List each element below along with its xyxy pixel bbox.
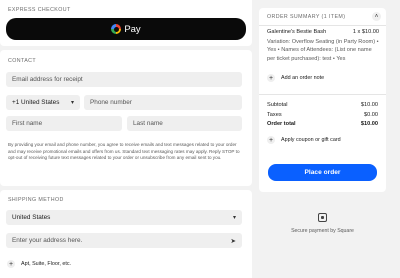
first-name-placeholder: First name [12, 120, 43, 127]
location-arrow-icon[interactable]: ➤ [231, 237, 236, 245]
apt-suite-label: Apt, Suite, Floor, etc. [21, 261, 72, 267]
item-qty-price: 1 x $10.00 [352, 29, 379, 35]
phone-field[interactable]: Phone number [84, 95, 242, 110]
order-summary-label: Order Summary (1 Item) [267, 14, 346, 20]
shipping-method-label: Shipping Method [8, 197, 64, 203]
plus-icon: + [7, 260, 15, 268]
chevron-down-icon: ▾ [70, 100, 74, 106]
shipping-country-select[interactable]: United States ▾ [6, 210, 242, 225]
plus-icon: + [267, 74, 275, 82]
express-checkout-label: Express Checkout [8, 7, 71, 13]
last-name-placeholder: Last name [133, 120, 163, 127]
address-placeholder: Enter your address here. [12, 237, 83, 244]
email-field[interactable]: Email address for receipt [6, 72, 242, 87]
chevron-down-icon: ▾ [232, 215, 236, 221]
subtotal-value: $10.00 [360, 102, 378, 108]
phone-placeholder: Phone number [90, 99, 132, 106]
google-pay-label: Pay [124, 23, 141, 35]
item-name: Galentine's Bestie Bash [267, 29, 327, 35]
country-code-select[interactable]: +1 United States ▾ [6, 95, 80, 110]
address-field[interactable]: Enter your address here. ➤ [6, 233, 242, 248]
email-placeholder: Email address for receipt [12, 76, 83, 83]
secure-payment-text: Secure payment by Square [291, 228, 354, 234]
secure-payment-notice: Secure payment by Square [259, 213, 386, 234]
contact-section: Contact Email address for receipt +1 Uni… [0, 50, 252, 186]
item-detail: Variation: Overflow Seating (in Party Ro… [267, 39, 379, 62]
order-summary-section: Order Summary (1 Item) ˄ Galentine's Bes… [259, 8, 386, 192]
taxes-value: $0.00 [364, 111, 378, 118]
last-name-field[interactable]: Last name [127, 116, 242, 131]
taxes-label: Taxes [267, 111, 282, 118]
subtotal-label: Subtotal [267, 102, 288, 108]
google-logo-icon [111, 24, 122, 34]
square-logo-icon [318, 213, 327, 222]
shipping-country-value: United States [12, 214, 51, 221]
add-order-note-button[interactable]: + Add an order note [267, 74, 324, 82]
order-total-value: $10.00 [360, 121, 378, 127]
apt-suite-toggle[interactable]: + Apt, Suite, Floor, etc. [7, 260, 71, 268]
add-order-note-label: Add an order note [281, 75, 325, 81]
country-code-value: +1 United States [12, 99, 60, 106]
chevron-up-icon[interactable]: ˄ [372, 12, 381, 21]
shipping-section: Shipping Method United States ▾ Enter yo… [0, 190, 252, 278]
plus-icon: + [267, 136, 275, 144]
google-pay-button[interactable]: Pay [6, 18, 246, 40]
divider [259, 25, 386, 26]
divider [259, 94, 386, 95]
first-name-field[interactable]: First name [6, 116, 122, 131]
contact-disclaimer: By providing your email and phone number… [8, 142, 240, 161]
contact-label: Contact [8, 58, 37, 64]
express-checkout-section: Express Checkout Pay [0, 0, 252, 46]
apply-coupon-label: Apply coupon or gift card [281, 137, 341, 143]
order-total-label: Order total [267, 121, 296, 127]
place-order-button[interactable]: Place order [268, 164, 377, 181]
apply-coupon-button[interactable]: + Apply coupon or gift card [267, 136, 341, 144]
